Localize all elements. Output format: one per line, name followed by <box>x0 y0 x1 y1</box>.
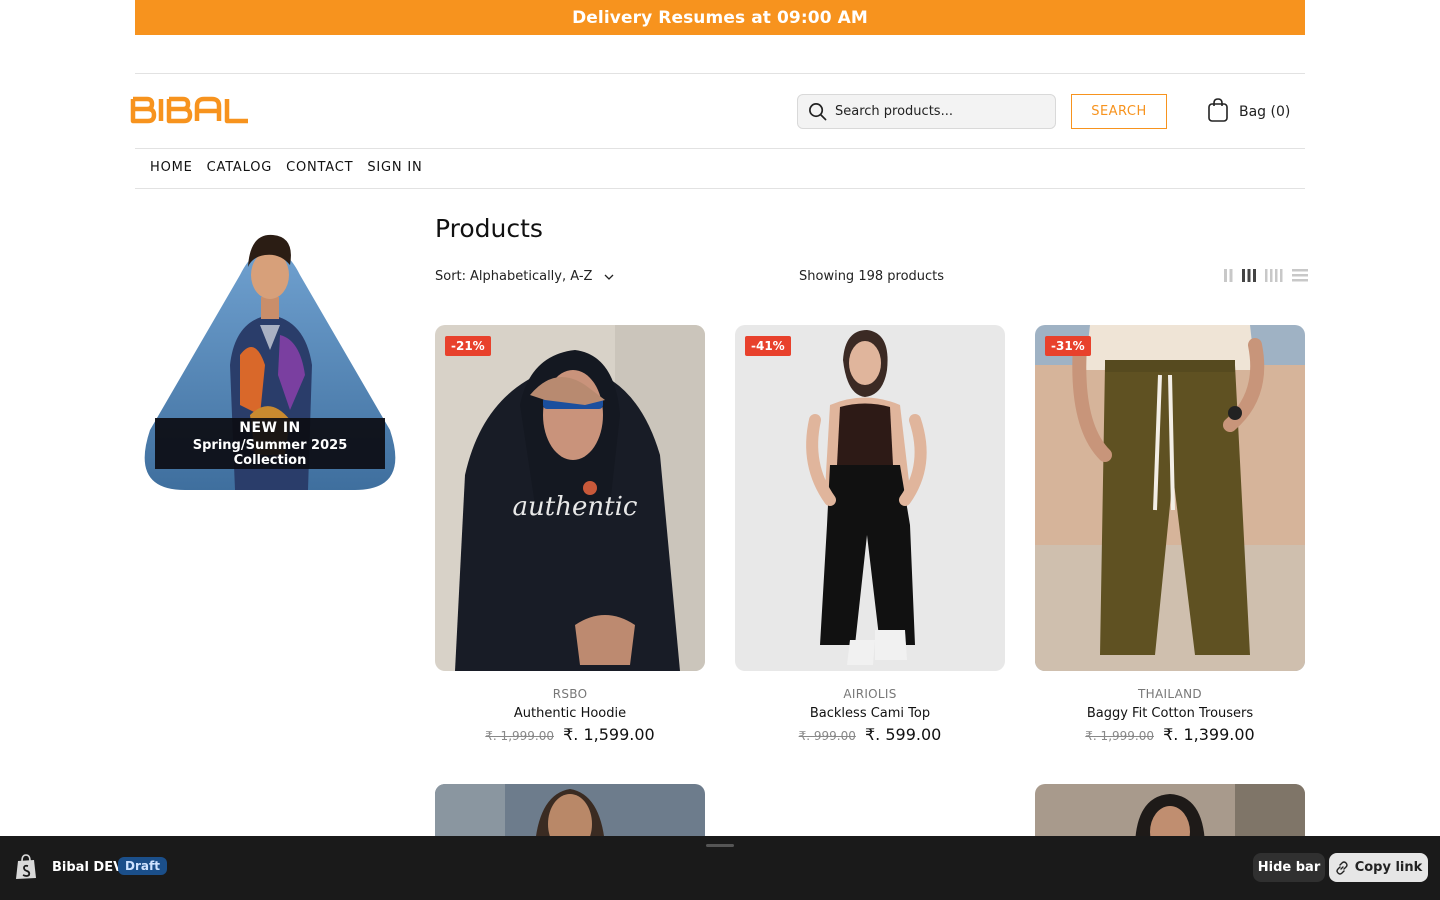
product-card[interactable]: -31% THAILAND Baggy Fit Cotton Trousers … <box>1035 325 1305 744</box>
compare-price: ₹. 1,999.00 <box>1085 729 1154 743</box>
nav-catalog[interactable]: CATALOG <box>207 160 272 175</box>
page: Delivery Resumes at 09:00 AM SEARCH Bag … <box>0 0 1440 900</box>
product-vendor: RSBO <box>552 687 588 701</box>
product-price: ₹. 999.00 ₹. 599.00 <box>735 725 1005 744</box>
compare-price: ₹. 1,999.00 <box>485 729 554 743</box>
promo-line2: Spring/Summer 2025 Collection <box>192 437 348 468</box>
grid-view-switcher <box>1224 269 1308 282</box>
divider <box>135 73 1305 74</box>
store-name: Bibal DEV <box>52 860 124 875</box>
search-icon <box>809 103 827 121</box>
sale-price: ₹. 1,399.00 <box>1163 725 1255 744</box>
search-box[interactable] <box>797 94 1056 129</box>
bag-link[interactable]: Bag (0) <box>1207 97 1290 123</box>
product-image[interactable] <box>435 784 705 844</box>
search-button[interactable]: SEARCH <box>1071 94 1167 129</box>
bibal-logo[interactable] <box>130 96 250 124</box>
announcement-text: Delivery Resumes at 09:00 AM <box>572 7 868 28</box>
product-card[interactable]: authentic -21% RSBO Authentic Hoodie ₹. … <box>435 325 705 744</box>
sort-value: Alphabetically, A-Z <box>470 269 593 284</box>
product-vendor: THAILAND <box>1138 687 1202 701</box>
product-image[interactable]: -41% <box>735 325 1005 671</box>
product-price: ₹. 1,999.00 ₹. 1,399.00 <box>1035 725 1305 744</box>
sort-label: Sort: <box>435 269 467 284</box>
nav-home[interactable]: HOME <box>150 160 193 175</box>
product-title[interactable]: Baggy Fit Cotton Trousers <box>1035 706 1305 721</box>
shopping-bag-icon <box>1208 98 1228 122</box>
discount-badge: -21% <box>445 336 491 356</box>
product-image[interactable]: authentic -21% <box>435 325 705 671</box>
announcement-bar: Delivery Resumes at 09:00 AM <box>135 0 1305 35</box>
svg-text:authentic: authentic <box>513 492 638 522</box>
divider <box>135 148 1305 149</box>
product-image[interactable]: -31% <box>1035 325 1305 671</box>
promo-caption: NEW IN Spring/Summer 2025 Collection <box>155 418 385 469</box>
status-badge: Draft <box>118 857 167 875</box>
preview-bar <box>0 836 1440 900</box>
product-image[interactable] <box>1035 784 1305 844</box>
sale-price: ₹. 1,599.00 <box>563 725 655 744</box>
discount-badge: -41% <box>745 336 791 356</box>
promo-line1: NEW IN <box>239 419 301 436</box>
grid-2-columns-icon[interactable] <box>1224 269 1233 282</box>
copy-link-button[interactable]: Copy link <box>1329 853 1428 882</box>
hide-bar-button[interactable]: Hide bar <box>1253 853 1325 882</box>
product-count: Showing 198 products <box>799 269 945 284</box>
discount-badge: -31% <box>1045 336 1091 356</box>
copy-link-label: Copy link <box>1354 860 1423 875</box>
bag-label: Bag (0) <box>1239 104 1291 120</box>
sale-price: ₹. 599.00 <box>865 725 942 744</box>
link-icon <box>1336 860 1348 875</box>
page-title: Products <box>435 214 543 243</box>
product-price: ₹. 1,999.00 ₹. 1,599.00 <box>435 725 705 744</box>
chevron-down-icon <box>604 274 614 280</box>
product-title[interactable]: Backless Cami Top <box>735 706 1005 721</box>
sort-dropdown[interactable]: Sort: Alphabetically, A-Z <box>435 269 614 284</box>
product-title[interactable]: Authentic Hoodie <box>435 706 705 721</box>
grid-4-columns-icon[interactable] <box>1265 269 1283 282</box>
nav-sign-in[interactable]: SIGN IN <box>367 160 422 175</box>
divider <box>135 188 1305 189</box>
list-view-icon[interactable] <box>1292 269 1308 282</box>
grid-3-columns-icon[interactable] <box>1242 269 1256 282</box>
compare-price: ₹. 999.00 <box>798 729 856 743</box>
search-input[interactable] <box>835 104 1035 119</box>
nav-contact[interactable]: CONTACT <box>286 160 353 175</box>
product-card[interactable]: -41% AIRIOLIS Backless Cami Top ₹. 999.0… <box>735 325 1005 744</box>
bar-drag-handle[interactable] <box>706 844 734 847</box>
main-nav: HOME CATALOG CONTACT SIGN IN <box>150 160 423 175</box>
product-vendor: AIRIOLIS <box>843 687 897 701</box>
shopify-bag-icon <box>16 854 36 879</box>
